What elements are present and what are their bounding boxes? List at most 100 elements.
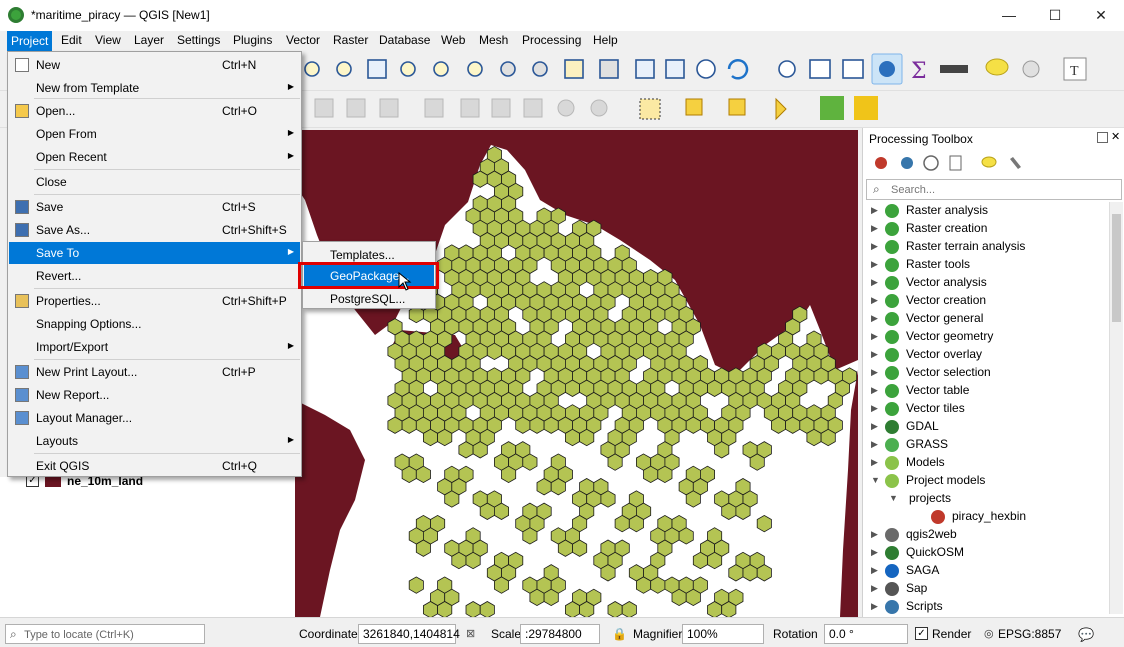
float-panel-icon[interactable]	[1097, 132, 1108, 143]
menu-web[interactable]: Web	[439, 33, 467, 47]
hexbin-cell	[557, 539, 573, 557]
qgis-icon	[885, 312, 899, 326]
menu-view[interactable]: View	[93, 33, 123, 47]
grass-icon	[885, 438, 899, 452]
toolbox-scrollbar[interactable]	[1109, 202, 1123, 614]
menu-item-shortcut: Ctrl+Shift+P	[222, 294, 287, 308]
menu-item-layouts[interactable]: Layouts ▶	[9, 430, 300, 452]
menu-vector[interactable]: Vector	[284, 33, 322, 47]
collapsed-arrow-icon[interactable]: ▶	[871, 439, 879, 450]
menu-item-exit-qgis[interactable]: Exit QGIS Ctrl+Q	[9, 455, 300, 477]
menu-help[interactable]: Help	[591, 33, 620, 47]
menu-item-icon	[15, 104, 29, 118]
menu-database[interactable]: Database	[377, 33, 432, 47]
collapsed-arrow-icon[interactable]: ▶	[871, 349, 879, 360]
collapsed-arrow-icon[interactable]: ▶	[871, 223, 879, 234]
hexbin-cell	[650, 576, 666, 594]
coordinate-field[interactable]: 3261840,1404814	[358, 624, 460, 644]
menu-item-snapping-options[interactable]: Snapping Options...	[9, 313, 300, 335]
collapsed-arrow-icon[interactable]: ▶	[871, 241, 879, 252]
collapsed-arrow-icon[interactable]: ▶	[871, 295, 879, 306]
menu-separator	[34, 169, 300, 170]
menu-layer[interactable]: Layer	[132, 33, 166, 47]
collapsed-arrow-icon[interactable]: ▶	[871, 421, 879, 432]
collapsed-arrow-icon[interactable]: ▶	[871, 529, 879, 540]
extents-toggle-icon[interactable]: ⊠	[466, 627, 475, 640]
menu-raster[interactable]: Raster	[331, 33, 370, 47]
menu-plugins[interactable]: Plugins	[231, 33, 274, 47]
hexbin-cell	[728, 564, 744, 582]
hexbin-cell	[493, 576, 510, 594]
menu-item-open-recent[interactable]: Open Recent ▶	[9, 146, 300, 168]
hexbin-cell	[707, 379, 723, 397]
menu-processing[interactable]: Processing	[520, 33, 583, 47]
menu-settings[interactable]: Settings	[175, 33, 222, 47]
messages-icon[interactable]: 💬	[1078, 627, 1094, 643]
hexbin-cell	[522, 527, 538, 545]
collapsed-arrow-icon[interactable]: ▶	[871, 313, 879, 324]
collapsed-arrow-icon[interactable]: ▶	[871, 331, 879, 342]
hexbin-cell	[643, 465, 659, 484]
collapsed-arrow-icon[interactable]: ▶	[871, 583, 879, 594]
search-icon: ⌕	[10, 627, 17, 641]
collapsed-arrow-icon[interactable]: ▶	[871, 385, 879, 396]
menu-project[interactable]: Project	[7, 31, 53, 51]
menu-item-open-from[interactable]: Open From ▶	[9, 123, 300, 145]
menu-item-new-report[interactable]: New Report...	[9, 384, 300, 406]
collapsed-arrow-icon[interactable]: ▶	[871, 277, 879, 288]
menu-item-new[interactable]: New Ctrl+N	[9, 54, 300, 76]
tree-item-label: Sap	[906, 581, 928, 595]
menu-item-import-export[interactable]: Import/Export ▶	[9, 336, 300, 358]
collapsed-arrow-icon[interactable]: ▶	[871, 457, 879, 468]
minimize-button[interactable]: —	[986, 0, 1032, 31]
locate-input[interactable]: ⌕ Type to locate (Ctrl+K)	[5, 624, 205, 644]
hexbin-cell	[401, 465, 417, 484]
menu-item-close[interactable]: Close	[9, 171, 300, 193]
menu-item-open[interactable]: Open... Ctrl+O	[9, 100, 300, 122]
submenu-arrow-icon: ▶	[287, 435, 294, 444]
crs-button[interactable]: EPSG:8857	[998, 627, 1061, 641]
collapsed-arrow-icon[interactable]: ▶	[871, 403, 879, 414]
render-checkbox[interactable]: ✓	[915, 627, 928, 640]
expanded-arrow-icon[interactable]: ▼	[889, 493, 898, 503]
close-panel-icon[interactable]: ✕	[1111, 130, 1120, 143]
collapsed-arrow-icon[interactable]: ▶	[871, 259, 879, 270]
menu-edit[interactable]: Edit	[59, 33, 84, 47]
hexbin-cell	[685, 490, 701, 508]
qgis-icon	[885, 240, 899, 254]
menu-item-save-to[interactable]: Save To ▶	[9, 242, 300, 264]
tree-item-label: Vector selection	[906, 365, 991, 379]
map-canvas[interactable]	[295, 130, 858, 617]
submenu-arrow-icon: ▶	[287, 128, 294, 137]
collapsed-arrow-icon[interactable]: ▶	[871, 547, 879, 558]
menu-item-label: Save As...	[36, 223, 91, 237]
menu-mesh[interactable]: Mesh	[477, 33, 510, 47]
expanded-arrow-icon[interactable]: ▼	[871, 475, 880, 485]
maximize-button[interactable]: ☐	[1032, 0, 1078, 31]
scrollbar-thumb[interactable]	[1112, 214, 1121, 322]
menu-item-save[interactable]: Save Ctrl+S	[9, 196, 300, 218]
collapsed-arrow-icon[interactable]: ▶	[871, 367, 879, 378]
menu-item-revert[interactable]: Revert...	[9, 265, 300, 287]
scale-field[interactable]: :29784800	[520, 624, 600, 644]
qgis-icon	[885, 348, 899, 362]
tree-item-label: Vector overlay	[906, 347, 983, 361]
menu-item-new-from-template[interactable]: New from Template ▶	[9, 77, 300, 99]
menu-item-properties[interactable]: Properties... Ctrl+Shift+P	[9, 290, 300, 312]
menu-separator	[34, 194, 300, 195]
menu-item-save-as[interactable]: Save As... Ctrl+Shift+S	[9, 219, 300, 241]
rotation-field[interactable]: 0.0 °	[824, 624, 908, 644]
magnifier-field[interactable]: 100%	[682, 624, 764, 644]
collapsed-arrow-icon[interactable]: ▶	[871, 205, 879, 216]
collapsed-arrow-icon[interactable]: ▶	[871, 601, 879, 612]
collapsed-arrow-icon[interactable]: ▶	[871, 565, 879, 576]
menu-item-postgresql[interactable]: PostgreSQL...	[304, 288, 434, 309]
toolbox-search-input[interactable]: ⌕ Search...	[866, 179, 1122, 200]
menu-item-layout-manager[interactable]: Layout Manager...	[9, 407, 300, 429]
close-button[interactable]: ✕	[1078, 0, 1124, 31]
qgis-icon	[885, 294, 899, 308]
qgis-icon	[885, 276, 899, 290]
menu-item-shortcut: Ctrl+N	[222, 58, 257, 72]
menu-item-new-print-layout[interactable]: New Print Layout... Ctrl+P	[9, 361, 300, 383]
lock-scale-icon[interactable]: 🔒	[612, 627, 627, 641]
